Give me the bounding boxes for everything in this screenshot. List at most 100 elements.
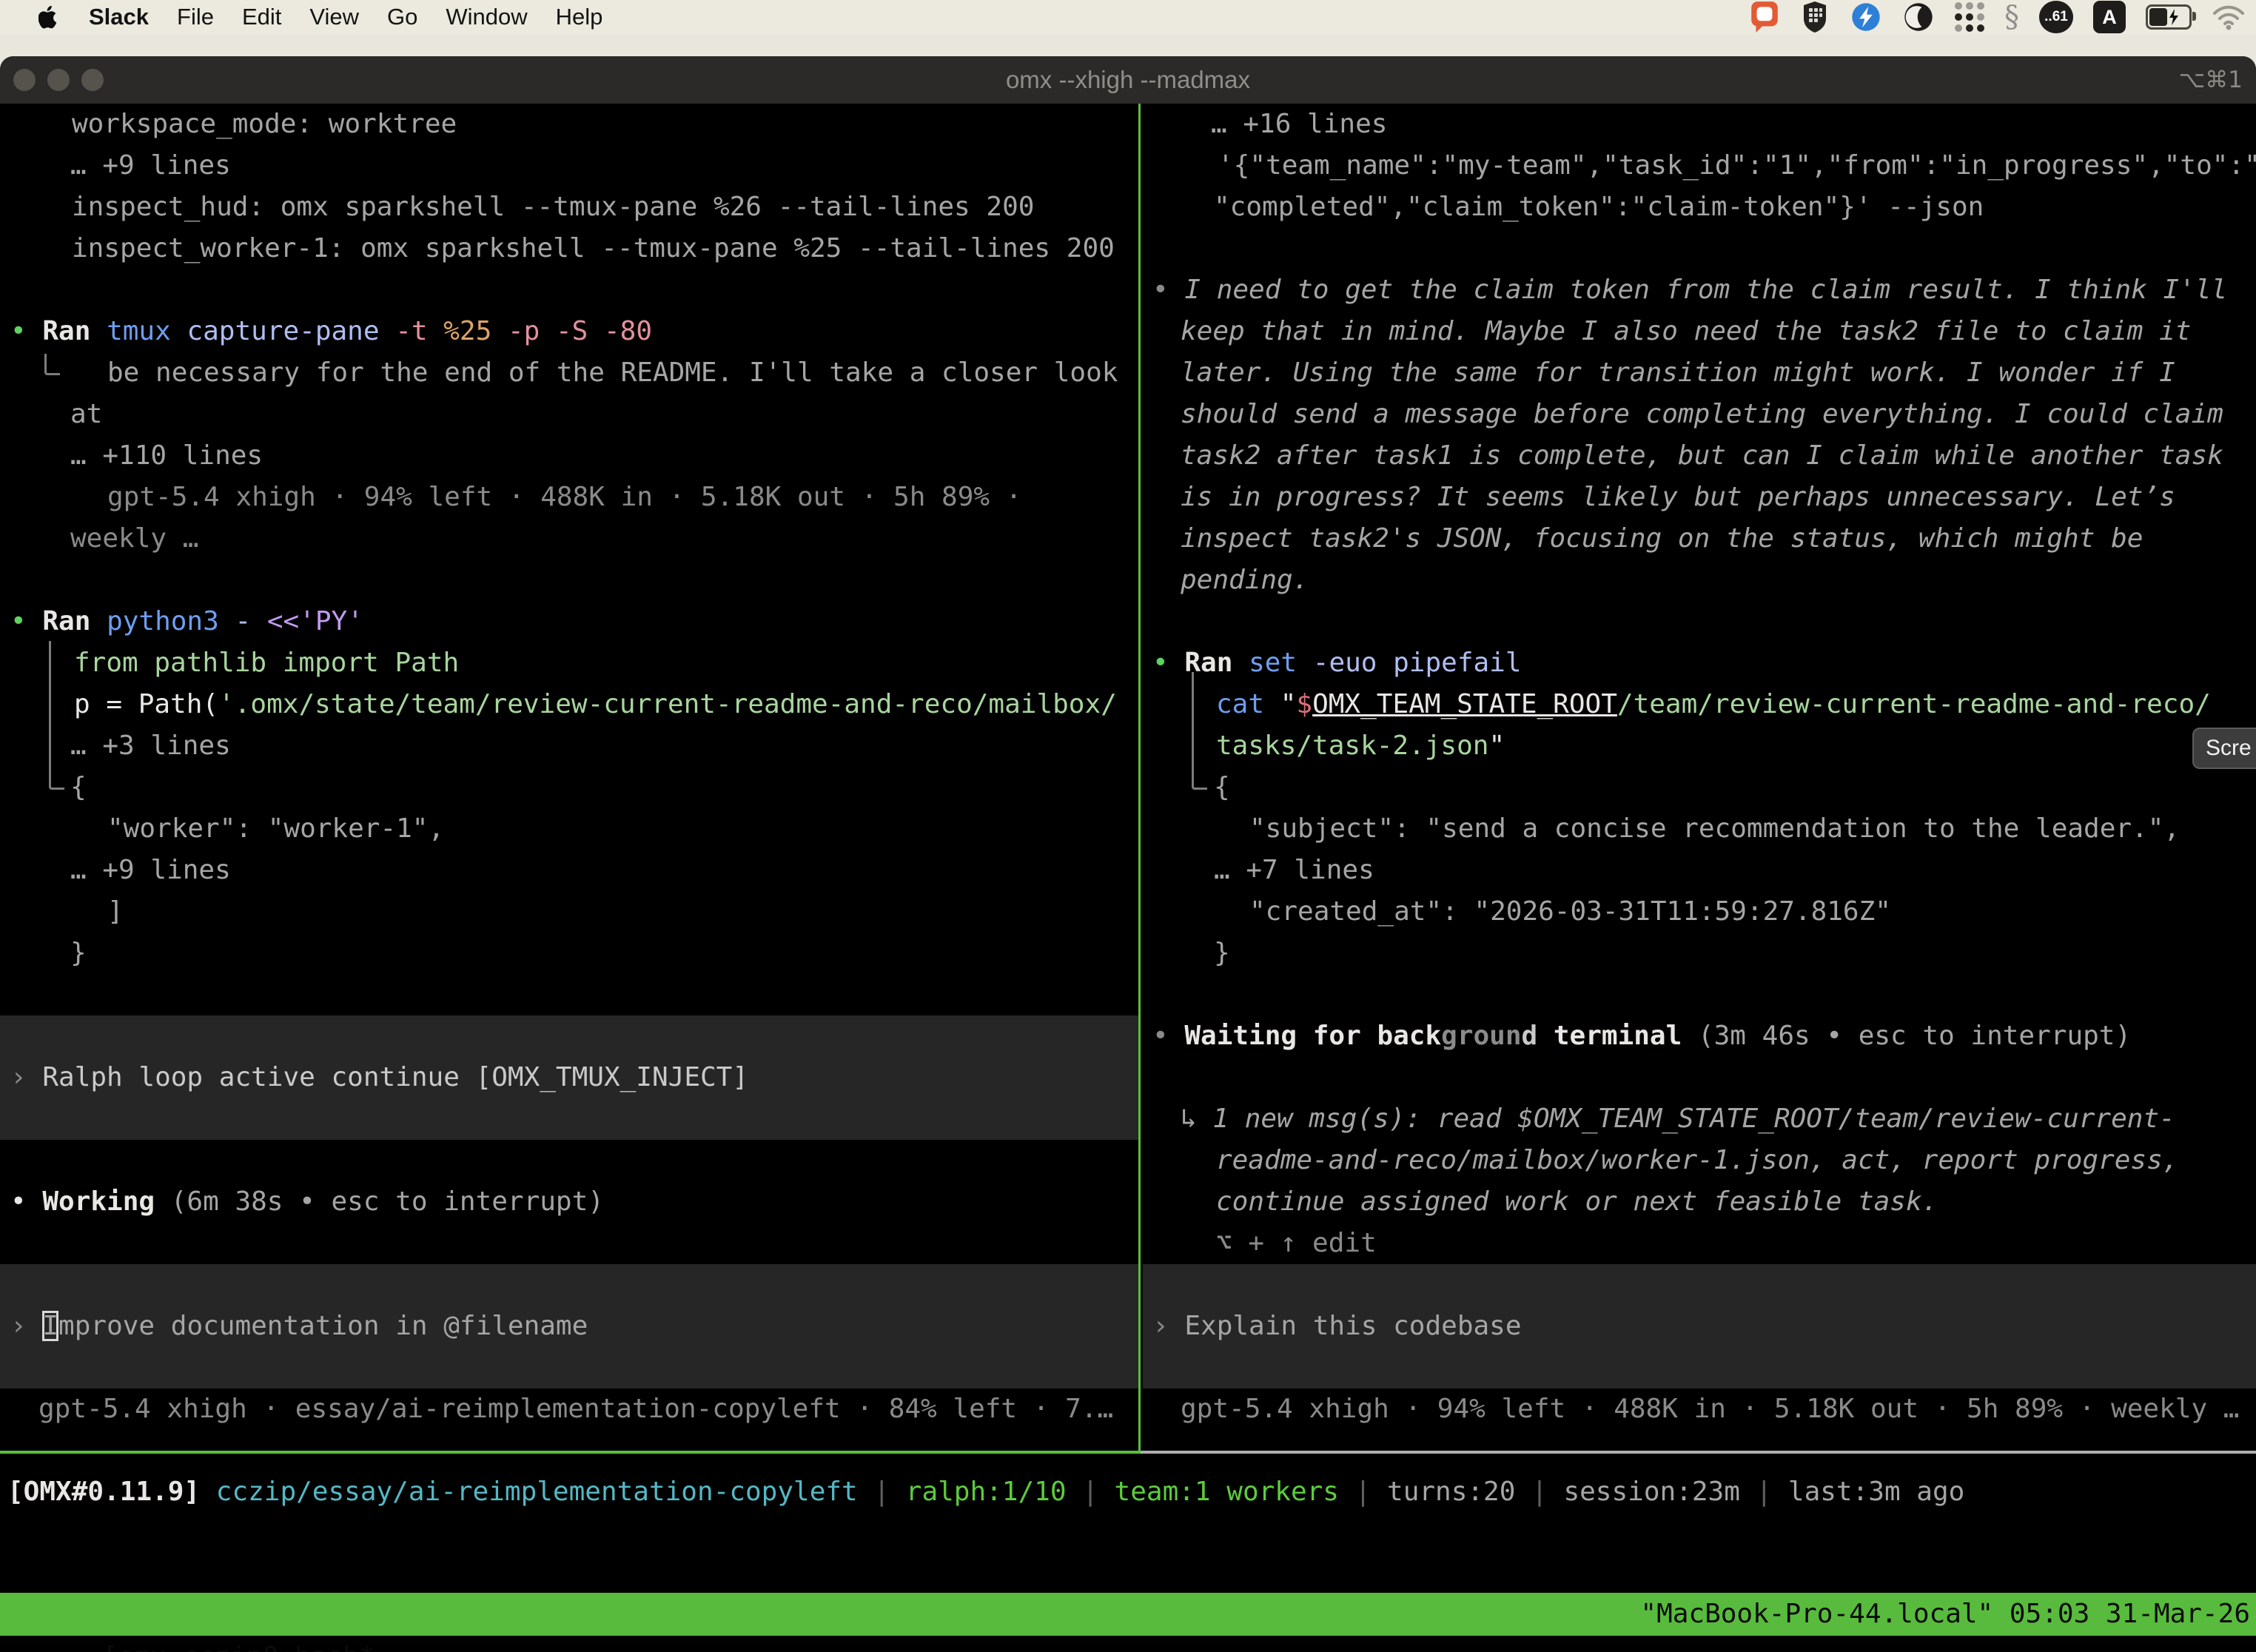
truncation-line: … +110 lines [70,435,263,477]
text-segment: … +7 lines [1214,855,1374,885]
text-segment: ralph:1/10 [906,1477,1082,1507]
input-source-icon[interactable]: A [2093,1,2126,33]
terminal-window: omx --xhigh --madmax ⌥⌘1 Scre [omx-cczip… [0,56,2256,1652]
output-line: { [1214,767,1230,808]
text-segment: /team/review-current-readme-and-reco/ [1617,689,2211,719]
dots-grid-icon[interactable] [1955,2,1984,32]
text-segment: capture-pane [187,316,395,346]
text-segment: '.omx/state/team/review-current-readme-a… [218,689,1117,719]
screen-tooltip: Scre [2192,728,2256,769]
menu-item-edit[interactable]: Edit [242,4,281,30]
battery-icon[interactable] [2146,4,2192,30]
text-segment: Waiting for back [1184,1021,1441,1051]
pane-divider[interactable] [1138,104,1141,1453]
text-segment: p = Path( [74,689,218,719]
menu-items: File Edit View Go Window Help [149,4,602,30]
menu-item-window[interactable]: Window [446,4,527,30]
text-segment: pending. [1181,565,1309,595]
text-segment: Explain this codebase [1184,1311,1521,1341]
menu-item-view[interactable]: View [309,4,359,30]
crescent-icon[interactable] [1902,1,1935,33]
tmux-status-bar: [omx-cczip0:bash* "MacBook-Pro-44.local"… [0,1593,2256,1636]
hud-status-bar: [OMX#0.11.9] cczip/essay/ai-reimplementa… [7,1471,1964,1513]
command-line: • Ran set -euo pipefail [1152,642,1522,684]
text-segment: task2 after task1 is complete, but can I… [1181,440,2223,471]
text-segment: " [1488,731,1505,761]
window-shortcut: ⌥⌘1 [2179,56,2243,104]
text-segment: (3m 46s • esc to interrupt) [1682,1021,2131,1051]
menu-item-help[interactable]: Help [556,4,603,30]
chat-app-icon[interactable] [1749,0,1780,34]
truncation-line: … +3 lines [70,725,231,767]
text-segment: "worker": "worker-1", [107,813,444,844]
text-segment: team:1 workers [1115,1477,1355,1507]
text-segment: … +16 lines [1211,109,1387,139]
message-line: continue assigned work or next feasible … [1216,1181,1938,1223]
text-segment: Ralph loop active continue [OMX_TMUX_INJ… [42,1062,748,1092]
text-segment: keep that in mind. Maybe I also need the… [1181,316,2191,346]
text-segment: { [1214,772,1230,802]
pane-bottom-border-left [0,1451,1141,1454]
menu-item-file[interactable]: File [177,4,214,30]
truncation-line: … +9 lines [70,145,231,187]
output-line: "created_at": "2026-03-31T11:59:27.816Z" [1249,891,1891,933]
text-segment: gpt-5.4 xhigh · 94% left · 488K in · 5.1… [107,482,1021,512]
code-line: tasks/task-2.json" [1216,725,1505,767]
text-segment: [OMX#0.11.9] [7,1477,216,1507]
text-segment: continue assigned work or next feasible … [1216,1186,1938,1217]
text-segment: from pathlib import Path [74,648,459,678]
menu-item-go[interactable]: Go [387,4,417,30]
text-segment: turns:20 [1387,1477,1531,1507]
thinking-line: should send a message before completing … [1181,394,2223,435]
message-line: ↳ 1 new msg(s): read $OMX_TEAM_STATE_ROO… [1181,1098,2175,1140]
hexagon-bolt-icon[interactable] [1850,1,1882,33]
text-segment: Ran [42,316,107,346]
text-segment: • [10,606,42,637]
text-segment: › [1152,1311,1184,1341]
text-segment: at [70,399,102,429]
text-segment: gpt-5.4 xhigh · essay/ai-reimplementatio… [38,1394,1113,1424]
usage-line: weekly … [70,518,198,560]
thinking-line: is in progress? It seems likely but perh… [1181,477,2175,518]
text-segment: | [873,1477,905,1507]
text-segment: <<'PY' [267,606,363,637]
command-line: • Ran tmux capture-pane -t %25 -p -S -80 [10,311,652,352]
model-status-left: gpt-5.4 xhigh · essay/ai-reimplementatio… [38,1389,1113,1430]
menu-item-slack[interactable]: Slack [89,4,149,30]
text-segment: groun [1441,1021,1521,1051]
text-segment: weekly … [70,523,198,554]
output-line: workspace_mode: worktree [72,104,457,145]
truncation-line: … +16 lines [1211,104,1387,145]
prompt-input-left[interactable]: › Improve documentation in @filename [10,1306,588,1347]
truncation-line: … +7 lines [1214,850,1374,891]
output-line: inspect_worker-1: omx sparkshell --tmux-… [72,228,1115,269]
apple-icon[interactable] [38,4,59,30]
text-segment: "created_at": "2026-03-31T11:59:27.816Z" [1249,896,1891,927]
text-segment: -80 [604,316,652,346]
text-segment: • [1152,275,1184,305]
pane-bottom-border-right [1141,1451,2256,1454]
output-line: "worker": "worker-1", [107,808,444,850]
tmux-session-label[interactable]: [omx-cczip0:bash* [102,1642,375,1652]
badge-61-icon[interactable]: ..61 [2039,1,2073,33]
text-segment: ] [107,896,124,927]
output-line: at [70,394,102,435]
menu-status-icons: § ..61 A [1749,0,2246,34]
prompt-input-right[interactable]: › Explain this codebase [1152,1306,1522,1347]
title-bar: omx --xhigh --madmax ⌥⌘1 [0,56,2256,104]
text-segment: cat [1216,689,1280,719]
text-segment: -t [395,316,443,346]
thinking-line: pending. [1181,560,1309,601]
output-line: "completed","claim_token":"claim-token"}… [1214,187,1984,228]
text-segment: is in progress? It seems likely but perh… [1181,482,2175,512]
squiggle-icon[interactable]: § [2004,0,2019,34]
thinking-line: inspect task2's JSON, focusing on the st… [1181,518,2143,560]
wifi-icon[interactable] [2212,4,2246,30]
text-segment: › [10,1062,42,1092]
text-segment: d [1522,1021,1538,1051]
shield-icon[interactable] [1800,0,1830,34]
ralph-loop-status: › Ralph loop active continue [OMX_TMUX_I… [10,1057,748,1098]
command-line: • Ran python3 - <<'PY' [10,601,363,642]
text-segment: } [70,938,87,968]
text-segment: '{"team_name":"my-team","task_id":"1","f… [1218,150,2256,181]
